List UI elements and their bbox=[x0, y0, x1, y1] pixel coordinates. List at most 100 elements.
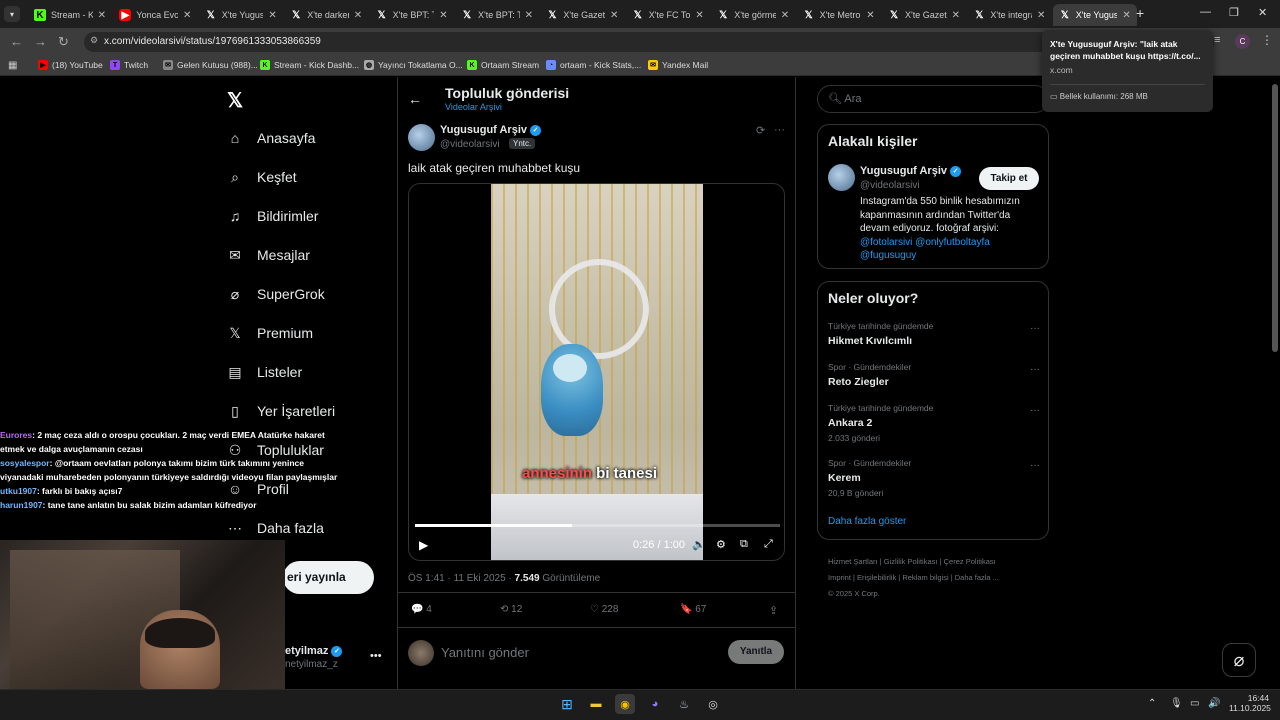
speaker-icon[interactable]: 🔊 bbox=[1208, 698, 1220, 709]
video-progress-track[interactable] bbox=[415, 524, 780, 527]
settings-icon[interactable]: ⚙ bbox=[716, 538, 726, 551]
tab-close-icon[interactable]: ✕ bbox=[866, 10, 874, 21]
tab-close-icon[interactable]: ✕ bbox=[1122, 10, 1130, 21]
bookmark-item[interactable]: ✉ Gelen Kutusu (988)... bbox=[163, 60, 258, 70]
steam-icon[interactable]: ♨ bbox=[674, 694, 694, 714]
search-input[interactable]: 🔍︎ Ara bbox=[817, 85, 1049, 113]
tab-6[interactable]: 𝕏 X'te BPT: Türk ✕ bbox=[455, 4, 539, 26]
tab-close-icon[interactable]: ✕ bbox=[354, 10, 362, 21]
tab-close-icon[interactable]: ✕ bbox=[439, 10, 447, 21]
start-icon[interactable]: ⊞ bbox=[557, 694, 577, 714]
menu-icon[interactable]: ⋮ bbox=[1261, 33, 1273, 47]
author-handle[interactable]: @videolarsivi bbox=[440, 139, 500, 150]
footer-link[interactable]: Çerez Politikası bbox=[944, 557, 996, 566]
bookmark-item[interactable]: ▶ (18) YouTube bbox=[38, 60, 103, 70]
forward-button[interactable]: → bbox=[34, 34, 47, 49]
sidebar-item-bookmark[interactable]: ▯ Yer İşaretleri bbox=[227, 403, 335, 420]
grok-icon[interactable]: ⟳ bbox=[756, 124, 765, 137]
tab-1[interactable]: K Stream - Kick ✕ bbox=[28, 4, 112, 26]
network-icon[interactable]: ▭ bbox=[1190, 698, 1199, 709]
share-icon[interactable]: ⇪ bbox=[769, 604, 778, 617]
tab-12[interactable]: 𝕏 X'te integral ✕ bbox=[967, 4, 1051, 26]
bookmark-item[interactable]: ◍ Yayıncı Tokatlama O... bbox=[364, 60, 463, 70]
apps-icon[interactable]: ▦ bbox=[8, 60, 17, 71]
community-link[interactable]: Videolar Arşivi bbox=[445, 102, 502, 112]
bio-link[interactable]: @fotolarsivi bbox=[860, 237, 912, 248]
back-button[interactable]: ← bbox=[10, 34, 23, 49]
profile-avatar[interactable]: C bbox=[1235, 34, 1250, 49]
trend-item[interactable]: Türkiye tarihinde gündemde Hikmet Kıvılcı… bbox=[828, 321, 1040, 351]
file-explorer-icon[interactable]: ▬ bbox=[586, 694, 606, 714]
grok-float-icon[interactable]: ⌀ bbox=[1222, 643, 1256, 677]
play-icon[interactable]: ▶ bbox=[419, 538, 428, 552]
footer-link[interactable]: Erişilebilirlik bbox=[857, 573, 896, 582]
post-more-icon[interactable]: ··· bbox=[774, 124, 785, 136]
like-action[interactable]: ♡ 228 bbox=[590, 604, 618, 615]
trend-more-icon[interactable]: ··· bbox=[1030, 460, 1040, 471]
tray-chevron-icon[interactable]: ⌃ bbox=[1148, 698, 1156, 709]
sidebar-item-mail[interactable]: ✉ Mesajlar bbox=[227, 247, 310, 264]
sidebar-item-bell[interactable]: ♫ Bildirimler bbox=[227, 208, 319, 224]
trend-more-icon[interactable]: ··· bbox=[1030, 405, 1040, 416]
trend-item[interactable]: Spor · Gündemdekiler Reto Ziegler ··· bbox=[828, 362, 1040, 392]
bookmark-action[interactable]: 🔖 67 bbox=[680, 604, 706, 615]
reply-action[interactable]: 💬 4 bbox=[411, 604, 432, 615]
tab-close-icon[interactable]: ✕ bbox=[183, 10, 191, 21]
tab-close-icon[interactable]: ✕ bbox=[695, 10, 703, 21]
tab-9[interactable]: 𝕏 X'te görmeni ✕ bbox=[711, 4, 795, 26]
account-more-icon[interactable]: ••• bbox=[370, 650, 382, 662]
author-avatar[interactable] bbox=[408, 124, 435, 151]
tab-5[interactable]: 𝕏 X'te BPT: Türk ✕ bbox=[370, 4, 454, 26]
chrome-icon[interactable]: ◉ bbox=[615, 694, 635, 714]
mic-icon[interactable]: 🎙 bbox=[1170, 698, 1183, 709]
obs-icon[interactable]: ◎ bbox=[703, 694, 723, 714]
bookmark-item[interactable]: K Ortaam Stream bbox=[467, 60, 539, 70]
bookmark-item[interactable]: ✉ Yandex Mail bbox=[648, 60, 708, 70]
tab-close-icon[interactable]: ✕ bbox=[525, 10, 533, 21]
post-button[interactable]: eri yayınla bbox=[283, 561, 374, 594]
trend-more-icon[interactable]: ··· bbox=[1030, 323, 1040, 334]
trend-more-icon[interactable]: ··· bbox=[1030, 364, 1040, 375]
tab-search-button[interactable]: ▾ bbox=[4, 6, 20, 22]
video-player[interactable]: annesinin bi tanesi ▶ 0:26 / 1:00 🔈 ⚙ ⧉ … bbox=[408, 183, 785, 561]
tab-close-icon[interactable]: ✕ bbox=[781, 10, 789, 21]
tab-close-icon[interactable]: ✕ bbox=[98, 10, 106, 21]
site-info-icon[interactable]: ⚙ bbox=[90, 35, 98, 46]
tab-10[interactable]: 𝕏 X'te Metropoll ✕ bbox=[797, 4, 881, 26]
reply-input[interactable]: Yanıtını gönder bbox=[441, 645, 529, 660]
footer-link[interactable]: Gizlilik Politikası bbox=[884, 557, 938, 566]
pip-icon[interactable]: ⧉ bbox=[740, 538, 748, 551]
sidebar-item-x[interactable]: 𝕏 Premium bbox=[227, 325, 313, 342]
person-avatar[interactable] bbox=[828, 164, 855, 191]
bookmark-item[interactable]: ◔ ortaam - Kick Stats,... bbox=[546, 60, 641, 70]
trend-item[interactable]: Spor · Gündemdekiler Kerem 20,9 B gönderi ·… bbox=[828, 458, 1040, 498]
tab-7[interactable]: 𝕏 X'te Gazete ✕ bbox=[540, 4, 624, 26]
footer-link[interactable]: Imprint bbox=[828, 573, 851, 582]
maximize-button[interactable]: ❐ bbox=[1229, 6, 1239, 19]
footer-link[interactable]: Hizmet Şartları bbox=[828, 557, 878, 566]
follow-button[interactable]: Takip et bbox=[979, 167, 1039, 190]
extensions-icon[interactable]: ≡ bbox=[1214, 34, 1220, 46]
clock[interactable]: 16:44 11.10.2025 bbox=[1229, 693, 1271, 713]
trend-item[interactable]: Türkiye tarihinde gündemde Ankara 2 2.033 … bbox=[828, 403, 1040, 443]
tab-close-icon[interactable]: ✕ bbox=[610, 10, 618, 21]
close-window-button[interactable]: ✕ bbox=[1258, 6, 1267, 19]
tab-close-icon[interactable]: ✕ bbox=[268, 10, 276, 21]
fullscreen-icon[interactable]: ⤢ bbox=[764, 538, 773, 551]
tab-13[interactable]: 𝕏 X'te Yugusuguf ✕ bbox=[1052, 4, 1137, 26]
bio-link[interactable]: @fugusuguy bbox=[860, 250, 916, 261]
sidebar-item-home[interactable]: ⌂ Anasayfa bbox=[227, 130, 316, 146]
footer-link[interactable]: Reklam bilgisi bbox=[902, 573, 948, 582]
author-name[interactable]: Yugusuguf Arşiv ✓ bbox=[440, 124, 542, 136]
tab-2[interactable]: ▶ Yonca Evcimen ✕ bbox=[113, 4, 197, 26]
repost-action[interactable]: ⟲ 12 bbox=[500, 604, 522, 615]
bookmark-item[interactable]: T Twitch bbox=[110, 60, 148, 70]
sidebar-item-search[interactable]: ⌕ Keşfet bbox=[227, 169, 297, 186]
tab-close-icon[interactable]: ✕ bbox=[952, 10, 960, 21]
scrollbar[interactable] bbox=[1272, 84, 1278, 352]
reload-button[interactable]: ↻ bbox=[58, 34, 69, 50]
tab-close-icon[interactable]: ✕ bbox=[1037, 10, 1045, 21]
discord-icon[interactable]: ◕ bbox=[645, 694, 665, 714]
bio-link[interactable]: @onlyfutboltayfa bbox=[915, 237, 990, 248]
show-more-link[interactable]: Daha fazla göster bbox=[828, 516, 906, 527]
